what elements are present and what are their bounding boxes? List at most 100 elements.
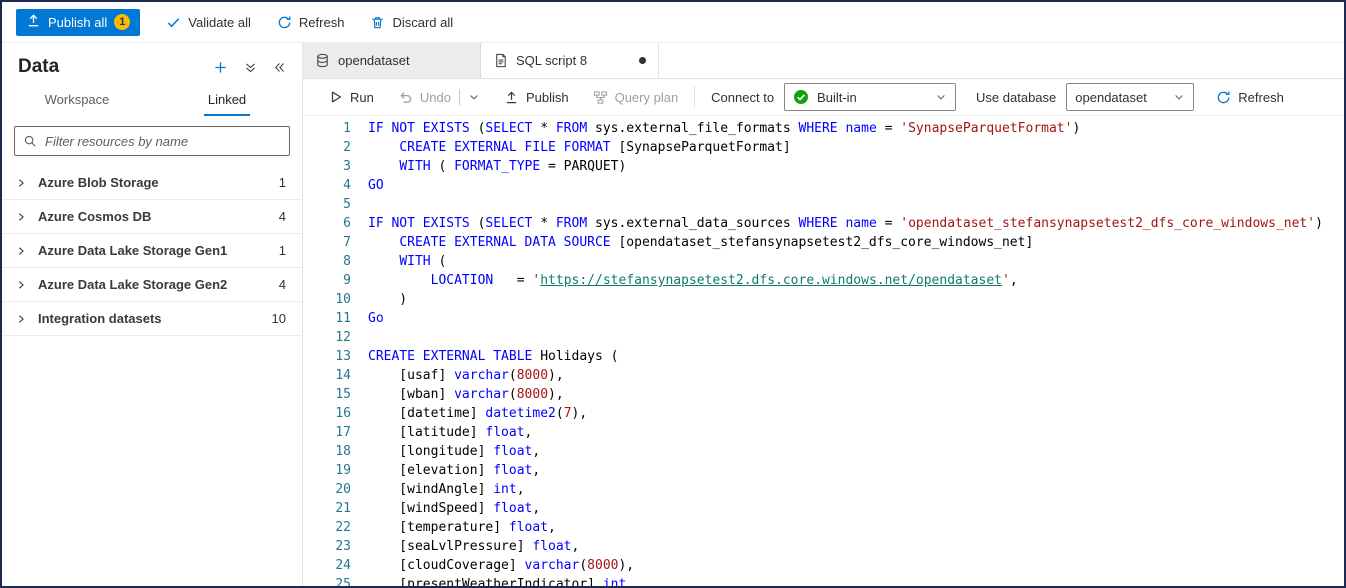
- code-line[interactable]: 7 CREATE EXTERNAL DATA SOURCE [opendatas…: [303, 233, 1344, 252]
- publish-count-badge: 1: [114, 14, 130, 30]
- refresh-icon: [277, 15, 292, 30]
- tree-item[interactable]: Azure Blob Storage 1: [2, 166, 302, 200]
- validate-all-label: Validate all: [188, 15, 251, 30]
- line-number: 24: [303, 556, 351, 575]
- undo-button[interactable]: Undo: [398, 90, 451, 105]
- dirty-indicator[interactable]: [639, 57, 646, 64]
- refresh-button[interactable]: Refresh: [277, 15, 345, 30]
- code-text: CREATE EXTERNAL DATA SOURCE [opendataset…: [351, 233, 1033, 252]
- run-button[interactable]: Run: [329, 90, 374, 105]
- code-line[interactable]: 17 [latitude] float,: [303, 423, 1344, 442]
- line-number: 18: [303, 442, 351, 461]
- code-line[interactable]: 23 [seaLvlPressure] float,: [303, 537, 1344, 556]
- validate-all-button[interactable]: Validate all: [166, 15, 251, 30]
- code-line[interactable]: 11Go: [303, 309, 1344, 328]
- resource-tree: Azure Blob Storage 1 Azure Cosmos DB 4 A: [2, 166, 302, 336]
- code-editor[interactable]: 1IF NOT EXISTS (SELECT * FROM sys.extern…: [303, 116, 1344, 586]
- code-line[interactable]: 24 [cloudCoverage] varchar(8000),: [303, 556, 1344, 575]
- code-line[interactable]: 3 WITH ( FORMAT_TYPE = PARQUET): [303, 157, 1344, 176]
- code-line[interactable]: 6IF NOT EXISTS (SELECT * FROM sys.extern…: [303, 214, 1344, 233]
- undo-icon: [398, 90, 413, 105]
- line-number: 21: [303, 499, 351, 518]
- tree-item[interactable]: Azure Data Lake Storage Gen2 4: [2, 268, 302, 302]
- editor-refresh-button[interactable]: Refresh: [1216, 90, 1284, 105]
- code-text: WITH ( FORMAT_TYPE = PARQUET): [351, 157, 626, 176]
- code-line[interactable]: 15 [wban] varchar(8000),: [303, 385, 1344, 404]
- tree-item-label: Azure Cosmos DB: [38, 209, 279, 224]
- run-label: Run: [350, 90, 374, 105]
- code-line[interactable]: 13CREATE EXTERNAL TABLE Holidays (: [303, 347, 1344, 366]
- code-line[interactable]: 1IF NOT EXISTS (SELECT * FROM sys.extern…: [303, 119, 1344, 138]
- code-text: CREATE EXTERNAL TABLE Holidays (: [351, 347, 618, 366]
- line-number: 10: [303, 290, 351, 309]
- divider: [459, 89, 460, 105]
- code-line[interactable]: 22 [temperature] float,: [303, 518, 1344, 537]
- chevron-right-icon[interactable]: [16, 212, 30, 222]
- line-number: 13: [303, 347, 351, 366]
- code-text: [windAngle] int,: [351, 480, 525, 499]
- panel-title: Data: [18, 56, 213, 78]
- code-line[interactable]: 10 ): [303, 290, 1344, 309]
- code-text: IF NOT EXISTS (SELECT * FROM sys.externa…: [351, 214, 1323, 233]
- chevron-right-icon[interactable]: [16, 280, 30, 290]
- connect-to-value: Built-in: [817, 90, 857, 105]
- check-icon: [166, 15, 181, 30]
- code-line[interactable]: 18 [longitude] float,: [303, 442, 1344, 461]
- collapse-all-button[interactable]: [244, 61, 257, 74]
- editor-refresh-label: Refresh: [1238, 90, 1284, 105]
- code-line[interactable]: 9 LOCATION = 'https://stefansynapsetest2…: [303, 271, 1344, 290]
- code-text: CREATE EXTERNAL FILE FORMAT [SynapseParq…: [351, 138, 791, 157]
- refresh-label: Refresh: [299, 15, 345, 30]
- tab-opendataset[interactable]: opendataset: [303, 43, 481, 78]
- tree-item[interactable]: Integration datasets 10: [2, 302, 302, 336]
- filter-input[interactable]: [14, 126, 290, 156]
- use-database-dropdown[interactable]: opendataset: [1066, 83, 1194, 111]
- double-chevron-left-icon: [273, 61, 286, 74]
- tree-item[interactable]: Azure Data Lake Storage Gen1 1: [2, 234, 302, 268]
- chevron-right-icon[interactable]: [16, 314, 30, 324]
- undo-dropdown-button[interactable]: [468, 91, 480, 103]
- code-text: [wban] varchar(8000),: [351, 385, 564, 404]
- tree-item-label: Azure Blob Storage: [38, 175, 279, 190]
- line-number: 20: [303, 480, 351, 499]
- chevron-down-icon: [468, 91, 480, 103]
- code-line[interactable]: 2 CREATE EXTERNAL FILE FORMAT [SynapsePa…: [303, 138, 1344, 157]
- line-number: 16: [303, 404, 351, 423]
- query-plan-button[interactable]: Query plan: [593, 90, 679, 105]
- discard-all-button[interactable]: Discard all: [370, 15, 453, 30]
- line-number: 8: [303, 252, 351, 271]
- script-icon: [493, 53, 508, 68]
- connect-to-dropdown[interactable]: Built-in: [784, 83, 956, 111]
- code-line[interactable]: 16 [datetime] datetime2(7),: [303, 404, 1344, 423]
- tree-item[interactable]: Azure Cosmos DB 4: [2, 200, 302, 234]
- code-line[interactable]: 20 [windAngle] int,: [303, 480, 1344, 499]
- code-line[interactable]: 8 WITH (: [303, 252, 1344, 271]
- line-number: 23: [303, 537, 351, 556]
- code-text: [seaLvlPressure] float,: [351, 537, 579, 556]
- code-line[interactable]: 25 [presentWeatherIndicator] int,: [303, 575, 1344, 586]
- code-line[interactable]: 21 [windSpeed] float,: [303, 499, 1344, 518]
- collapse-panel-button[interactable]: [273, 61, 286, 74]
- publish-button[interactable]: Publish: [504, 90, 569, 105]
- line-number: 25: [303, 575, 351, 586]
- publish-all-button[interactable]: Publish all 1: [16, 9, 140, 36]
- add-resource-button[interactable]: [213, 60, 228, 75]
- code-line[interactable]: 19 [elevation] float,: [303, 461, 1344, 480]
- code-text: Go: [351, 309, 384, 328]
- code-text: ): [351, 290, 407, 309]
- chevron-down-icon: [935, 91, 947, 103]
- chevron-right-icon[interactable]: [16, 178, 30, 188]
- code-line[interactable]: 14 [usaf] varchar(8000),: [303, 366, 1344, 385]
- tab-workspace[interactable]: Workspace: [2, 84, 152, 116]
- code-text: [datetime] datetime2(7),: [351, 404, 587, 423]
- code-line[interactable]: 5: [303, 195, 1344, 214]
- code-text: IF NOT EXISTS (SELECT * FROM sys.externa…: [351, 119, 1080, 138]
- tab-linked[interactable]: Linked: [152, 84, 302, 116]
- chevron-right-icon[interactable]: [16, 246, 30, 256]
- tab-sql-script-8[interactable]: SQL script 8: [481, 43, 659, 78]
- code-line[interactable]: 4GO: [303, 176, 1344, 195]
- tree-item-count: 4: [279, 277, 286, 292]
- code-line[interactable]: 12: [303, 328, 1344, 347]
- data-panel-header: Data: [2, 43, 302, 82]
- connect-to-label: Connect to: [711, 90, 774, 105]
